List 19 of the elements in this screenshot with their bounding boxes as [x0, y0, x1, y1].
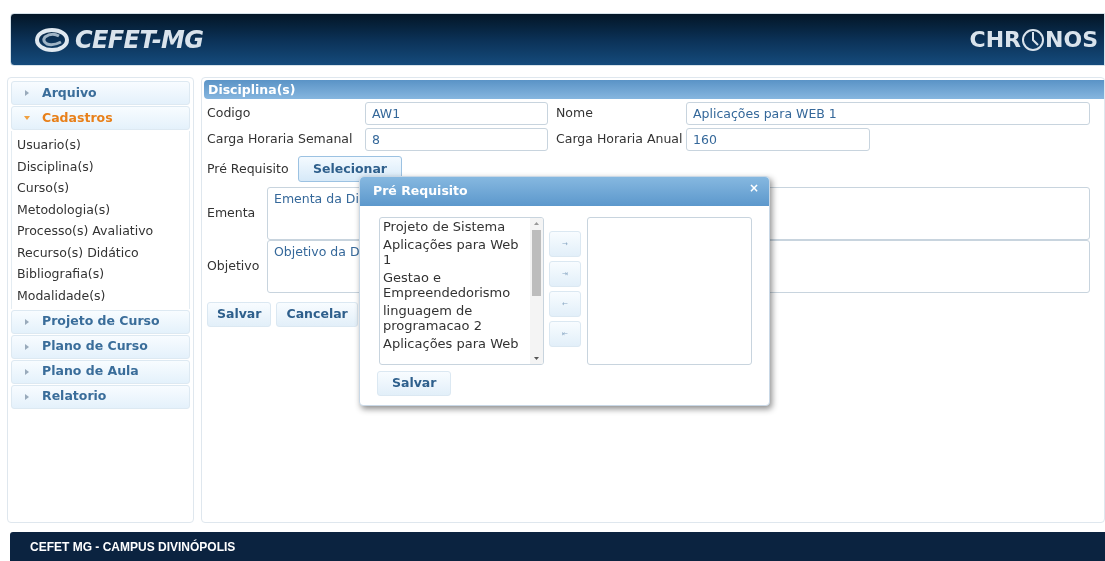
- section-label: Relatorio: [42, 387, 107, 406]
- field-label: Carga Horaria Anual: [555, 130, 684, 149]
- section-label: Projeto de Curso: [42, 312, 160, 331]
- section-label: Plano de Curso: [42, 337, 148, 356]
- field-label: Pré Requisito: [207, 159, 290, 178]
- footer-text: CEFET MG - CAMPUS DIVINÓPOLIS: [30, 538, 236, 556]
- logo-text: CEFET-MG: [75, 24, 204, 56]
- field-label: Carga Horaria Semanal: [207, 130, 354, 149]
- logo-text: CHR: [969, 26, 1022, 54]
- dialog-title: Pré Requisito: [373, 182, 468, 201]
- field-label: Codigo: [207, 104, 252, 123]
- section-label: Cadastros: [42, 108, 113, 127]
- logo-text: NOS: [1045, 26, 1098, 54]
- field-label: Ementa: [207, 204, 257, 223]
- field-label: Objetivo: [207, 257, 261, 276]
- field-label: Nome: [555, 104, 594, 123]
- section-label: Plano de Aula: [42, 362, 139, 381]
- section-label: Arquivo: [42, 83, 97, 102]
- panel-title-bar: Disciplina(s): [204, 80, 1104, 99]
